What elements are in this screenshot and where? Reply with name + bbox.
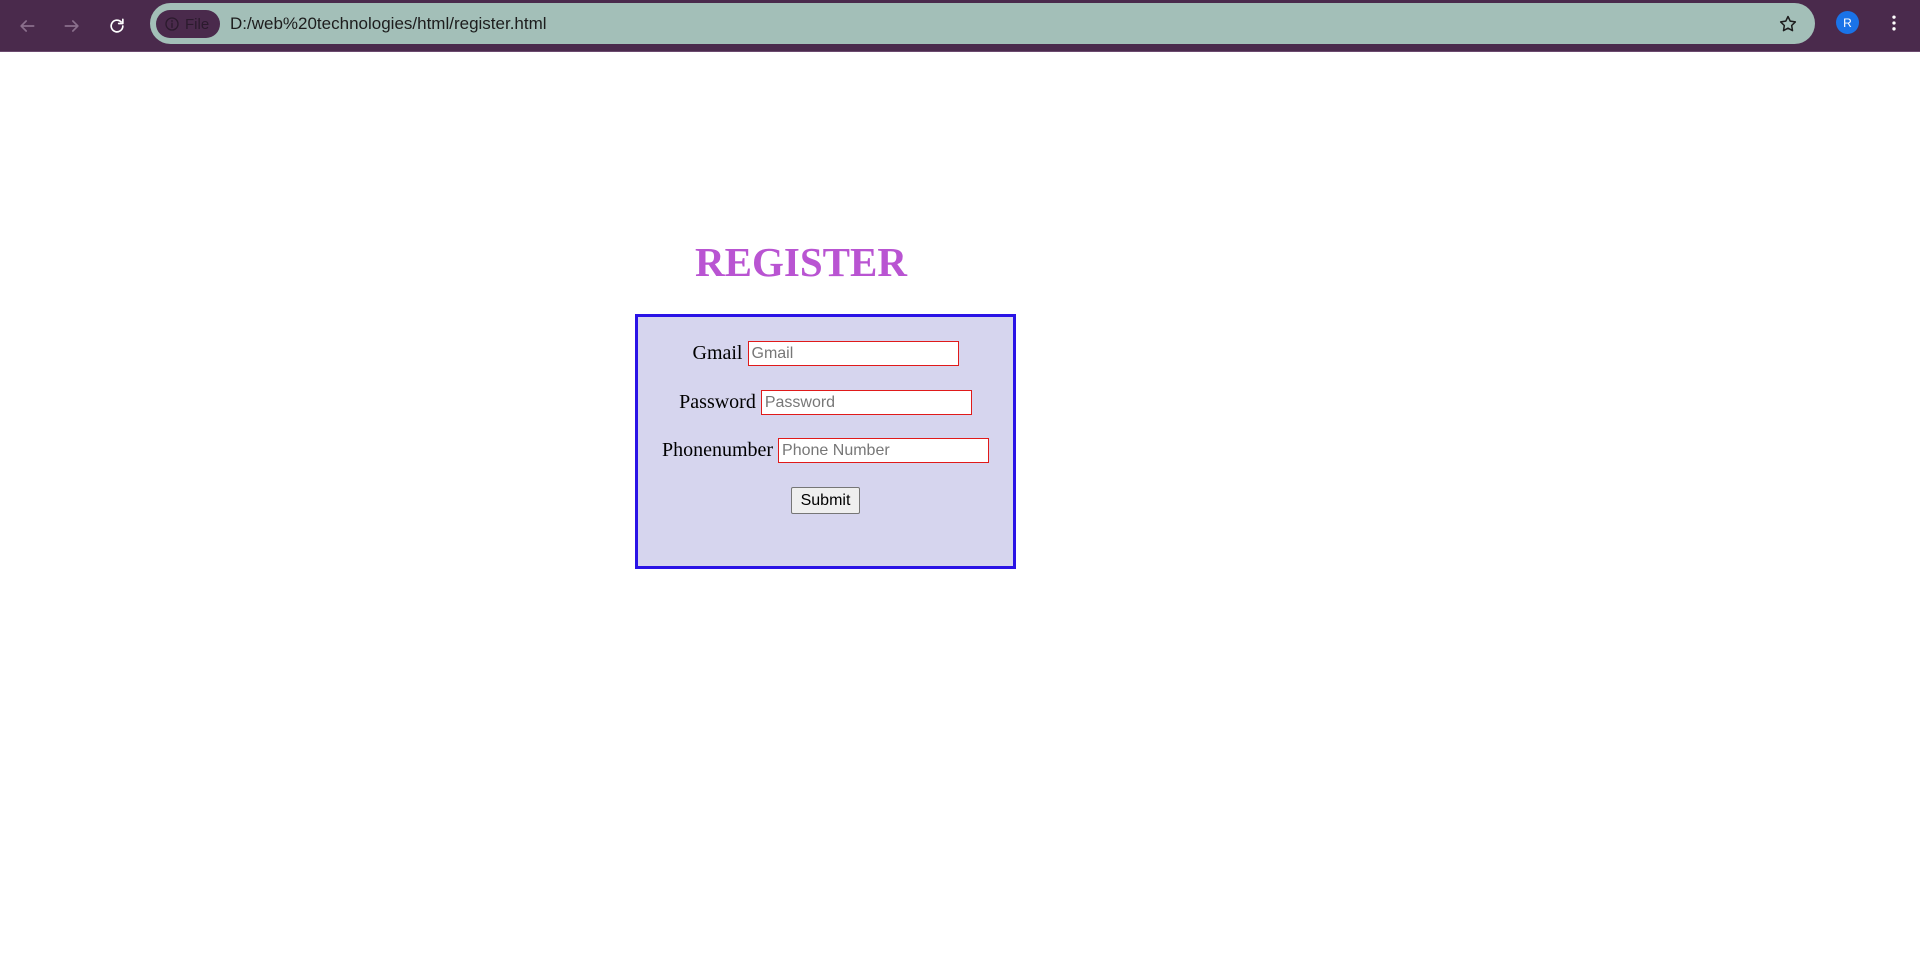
browser-toolbar: File D:/web%20technologies/html/register… [0, 0, 1920, 52]
site-info-chip[interactable]: File [156, 10, 220, 38]
reload-button[interactable] [99, 8, 135, 44]
info-icon [165, 17, 179, 31]
back-button[interactable] [9, 8, 45, 44]
password-input[interactable] [760, 390, 972, 415]
browser-menu-button[interactable] [1882, 11, 1906, 35]
gmail-label: Gmail [692, 342, 743, 364]
gmail-input[interactable] [747, 341, 959, 366]
reload-icon [110, 18, 124, 33]
submit-button[interactable]: Submit [790, 487, 861, 514]
password-label: Password [679, 391, 756, 413]
arrow-left-icon [20, 20, 35, 32]
phone-row: Phonenumber [638, 438, 1013, 463]
chip-label: File [185, 15, 210, 33]
profile-avatar[interactable]: R [1836, 11, 1859, 34]
forward-button[interactable] [54, 8, 90, 44]
password-row: Password [638, 390, 1013, 415]
bookmark-button[interactable] [1777, 13, 1799, 35]
more-vertical-icon [1892, 15, 1896, 31]
submit-row: Submit [638, 487, 1013, 514]
arrow-right-icon [64, 20, 79, 32]
phone-label: Phonenumber [661, 439, 774, 461]
address-bar[interactable]: File D:/web%20technologies/html/register… [150, 3, 1815, 44]
phone-input[interactable] [778, 438, 990, 463]
star-icon [1779, 15, 1797, 32]
gmail-row: Gmail [638, 341, 1013, 366]
page-title: REGISTER [695, 239, 907, 285]
url-text[interactable]: D:/web%20technologies/html/register.html [230, 14, 547, 34]
register-form: Gmail Password Phonenumber Submit [635, 314, 1016, 569]
